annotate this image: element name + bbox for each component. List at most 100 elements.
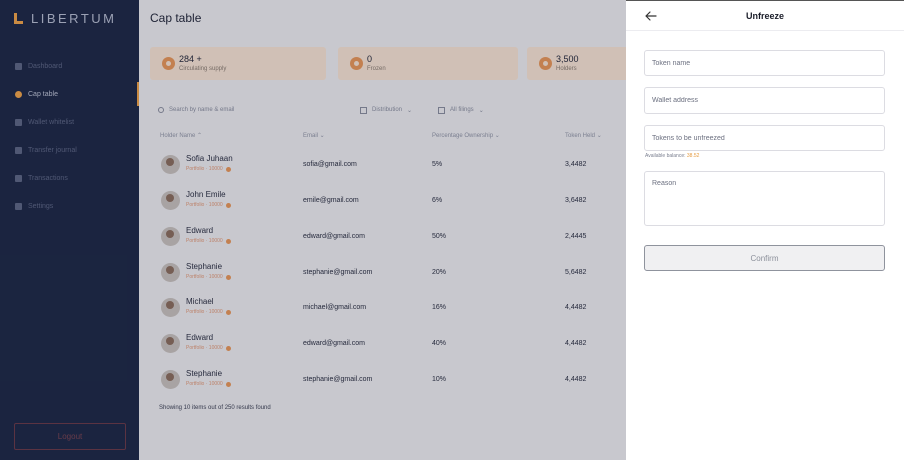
gear-icon bbox=[15, 202, 22, 210]
holder-tokens: 4,4482 bbox=[565, 376, 587, 383]
holder-sub-text: Portfolio · 10000 bbox=[186, 166, 223, 172]
sidebar-item-label: Cap table bbox=[28, 90, 58, 98]
holder-name: Stephanie bbox=[186, 262, 223, 271]
transactions-icon bbox=[15, 174, 22, 182]
stat-value: 0 bbox=[367, 54, 373, 64]
table-row[interactable]: Edward Portfolio · 10000 edward@gmail.co… bbox=[139, 328, 626, 364]
holder-name: Michael bbox=[186, 297, 214, 306]
holder-sub-text: Portfolio · 10000 bbox=[186, 381, 223, 387]
stat-label: Frozen bbox=[367, 66, 386, 72]
holder-sub-text: Portfolio · 10000 bbox=[186, 345, 223, 351]
reason-textarea[interactable] bbox=[644, 171, 885, 226]
column-header-tokens[interactable]: Token Held ⌄ bbox=[565, 132, 602, 139]
sidebar-item-wallet-whitelist[interactable]: Wallet whitelist bbox=[0, 108, 139, 136]
wallet-icon bbox=[15, 118, 22, 126]
dropdown-label: Distribution bbox=[372, 107, 403, 113]
stat-card-holders: 3,500 Holders bbox=[527, 47, 637, 80]
holder-name: Stephanie bbox=[186, 369, 223, 378]
column-header-email[interactable]: Email ⌄ bbox=[303, 132, 325, 139]
sidebar-item-transfer-journal[interactable]: Transfer journal bbox=[0, 136, 139, 164]
sidebar-item-dashboard[interactable]: Dashboard bbox=[0, 52, 139, 80]
column-header-label: Email bbox=[303, 133, 319, 139]
table-row[interactable]: John Emile Portfolio · 10000 emile@gmail… bbox=[139, 185, 626, 221]
page-title: Cap table bbox=[150, 11, 202, 25]
holder-sub: Portfolio · 10000 bbox=[186, 274, 231, 280]
avatar bbox=[161, 191, 180, 210]
grid-icon bbox=[438, 106, 445, 114]
avatar bbox=[161, 155, 180, 174]
available-balance: Available balance: 38.52 bbox=[645, 153, 699, 159]
sidebar-item-label: Dashboard bbox=[28, 62, 63, 70]
stat-value: 284 + bbox=[179, 54, 202, 64]
stat-card-circulating: 284 + Circulating supply bbox=[150, 47, 326, 80]
sidebar-nav: Dashboard Cap table Wallet whitelist Tra… bbox=[0, 52, 139, 220]
search-icon bbox=[158, 107, 164, 113]
coin-icon bbox=[225, 345, 231, 351]
coin-icon bbox=[225, 238, 231, 244]
stats-row: 284 + Circulating supply 0 Frozen 3,500 … bbox=[150, 47, 637, 80]
holder-percentage: 16% bbox=[432, 304, 447, 311]
tokens-to-unfreeze-input[interactable] bbox=[644, 125, 885, 151]
holder-tokens: 5,6482 bbox=[565, 269, 587, 276]
holder-email: stephanie@gmail.com bbox=[303, 376, 373, 383]
logout-button[interactable]: Logout bbox=[14, 423, 126, 450]
sidebar-item-settings[interactable]: Settings bbox=[0, 192, 139, 220]
search-input[interactable]: Search by name & email bbox=[158, 104, 328, 116]
column-header-label: Percentage Ownership bbox=[432, 133, 494, 139]
holder-percentage: 50% bbox=[432, 233, 447, 240]
table-row[interactable]: Edward Portfolio · 10000 edward@gmail.co… bbox=[139, 221, 626, 257]
sidebar-item-cap-table[interactable]: Cap table bbox=[0, 80, 139, 108]
column-header-holder-name[interactable]: Holder Name ⌃ bbox=[160, 132, 202, 139]
logo-text: LIBERTUM bbox=[31, 11, 117, 26]
coin-icon bbox=[225, 309, 231, 315]
token-name-input[interactable] bbox=[644, 50, 885, 76]
holder-email: stephanie@gmail.com bbox=[303, 269, 373, 276]
table-row[interactable]: Sofia Juhaan Portfolio · 10000 sofia@gma… bbox=[139, 149, 626, 185]
holder-email: edward@gmail.com bbox=[303, 340, 365, 347]
column-header-label: Token Held bbox=[565, 133, 596, 139]
stat-label: Circulating supply bbox=[179, 66, 227, 72]
holder-name: Sofia Juhaan bbox=[186, 154, 233, 163]
chevron-down-icon: ⌄ bbox=[478, 107, 484, 114]
holder-tokens: 3,6482 bbox=[565, 197, 587, 204]
pagination-summary: Showing 10 items out of 250 results foun… bbox=[159, 405, 271, 411]
holder-sub-text: Portfolio · 10000 bbox=[186, 202, 223, 208]
confirm-button[interactable]: Confirm bbox=[644, 245, 885, 271]
column-header-percentage[interactable]: Percentage Ownership ⌄ bbox=[432, 132, 500, 139]
table-row[interactable]: Michael Portfolio · 10000 michael@gmail.… bbox=[139, 292, 626, 328]
table-row[interactable]: Stephanie Portfolio · 10000 stephanie@gm… bbox=[139, 257, 626, 293]
holder-percentage: 10% bbox=[432, 376, 447, 383]
unfreeze-panel: Unfreeze Available balance: 38.52 Confir… bbox=[626, 0, 904, 460]
holder-sub: Portfolio · 10000 bbox=[186, 309, 231, 315]
chevron-down-icon: ⌄ bbox=[407, 107, 413, 114]
dropdown-label: All filings bbox=[450, 107, 474, 113]
holder-tokens: 2,4445 bbox=[565, 233, 587, 240]
avatar bbox=[161, 263, 180, 282]
holder-email: emile@gmail.com bbox=[303, 197, 359, 204]
holder-email: michael@gmail.com bbox=[303, 304, 367, 311]
coin-icon bbox=[225, 274, 231, 280]
coin-icon bbox=[162, 57, 175, 70]
journal-icon bbox=[15, 146, 22, 154]
avatar bbox=[161, 227, 180, 246]
holder-percentage: 40% bbox=[432, 340, 447, 347]
avatar bbox=[161, 298, 180, 317]
dashboard-icon bbox=[15, 62, 22, 70]
holder-sub: Portfolio · 10000 bbox=[186, 345, 231, 351]
holder-percentage: 5% bbox=[432, 161, 443, 168]
holder-tokens: 3,4482 bbox=[565, 161, 587, 168]
coin-icon bbox=[225, 166, 231, 172]
distribution-dropdown[interactable]: Distribution ⌄ bbox=[360, 104, 412, 116]
panel-title: Unfreeze bbox=[745, 11, 784, 21]
table-row[interactable]: Stephanie Portfolio · 10000 stephanie@gm… bbox=[139, 364, 626, 400]
holder-percentage: 20% bbox=[432, 269, 447, 276]
wallet-address-input[interactable] bbox=[644, 87, 885, 114]
filings-dropdown[interactable]: All filings ⌄ bbox=[438, 104, 484, 116]
sidebar-item-label: Transfer journal bbox=[28, 146, 77, 154]
holder-sub-text: Portfolio · 10000 bbox=[186, 309, 223, 315]
search-placeholder: Search by name & email bbox=[169, 107, 235, 113]
logo: LIBERTUM bbox=[14, 11, 117, 26]
sidebar-item-transactions[interactable]: Transactions bbox=[0, 164, 139, 192]
holder-sub: Portfolio · 10000 bbox=[186, 202, 231, 208]
stat-value: 3,500 bbox=[556, 54, 579, 64]
